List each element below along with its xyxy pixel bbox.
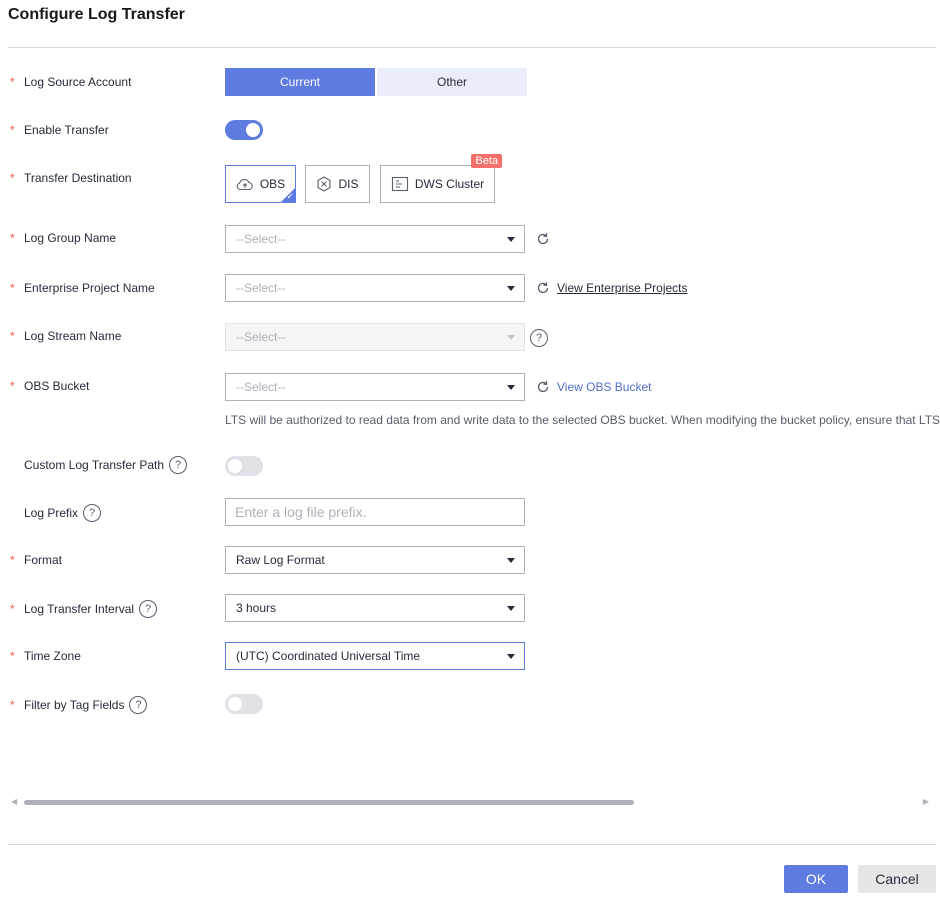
filter-tag-fields-label: * Filter by Tag Fields ? [10, 696, 148, 714]
ok-button[interactable]: OK [784, 865, 848, 893]
dialog-title: Configure Log Transfer [8, 6, 185, 23]
required-asterisk: * [10, 171, 15, 185]
label-text: Log Prefix [24, 506, 79, 520]
database-icon [391, 176, 409, 192]
destination-obs-card[interactable]: OBS ✓ [225, 165, 296, 203]
label-text: Enable Transfer [24, 123, 109, 137]
switch-knob [228, 697, 242, 711]
custom-path-label: Custom Log Transfer Path ? [10, 456, 188, 474]
select-placeholder: --Select-- [236, 330, 286, 344]
enable-transfer-switch[interactable] [225, 120, 263, 140]
obs-bucket-label: * OBS Bucket [10, 379, 89, 393]
destination-dws-card[interactable]: DWS Cluster Beta [380, 154, 502, 203]
required-asterisk: * [10, 75, 15, 89]
dropdown-arrow-icon [507, 285, 515, 291]
required-asterisk: * [10, 649, 15, 663]
dropdown-arrow-icon [507, 236, 515, 242]
dropdown-arrow-icon [507, 605, 515, 611]
refresh-icon[interactable] [536, 281, 550, 295]
beta-badge: Beta [471, 154, 502, 168]
time-zone-label: * Time Zone [10, 649, 81, 663]
required-asterisk: * [10, 329, 15, 343]
log-transfer-interval-label: * Log Transfer Interval ? [10, 600, 158, 618]
log-group-select[interactable]: --Select-- [225, 225, 525, 253]
required-asterisk: * [10, 602, 15, 616]
label-text: OBS Bucket [24, 379, 90, 393]
enterprise-project-select[interactable]: --Select-- [225, 274, 525, 302]
switch-knob [228, 459, 242, 473]
obs-bucket-select[interactable]: --Select-- [225, 373, 525, 401]
label-text: Log Group Name [24, 231, 117, 245]
required-asterisk: * [10, 698, 15, 712]
log-prefix-label: Log Prefix ? [10, 504, 102, 522]
filter-tag-fields-switch[interactable] [225, 694, 263, 714]
source-current-button[interactable]: Current [225, 68, 375, 96]
label-text: Enterprise Project Name [24, 281, 155, 295]
help-icon[interactable]: ? [129, 696, 148, 714]
card-label: DWS Cluster [414, 177, 485, 191]
custom-path-switch[interactable] [225, 456, 263, 476]
switch-knob [246, 123, 260, 137]
label-text: Custom Log Transfer Path [24, 458, 165, 472]
format-select[interactable]: Raw Log Format [225, 546, 525, 574]
scroll-left-icon[interactable]: ◀ [11, 797, 17, 806]
label-text: Log Stream Name [24, 329, 122, 343]
transfer-destination-label: * Transfer Destination [10, 171, 132, 185]
log-group-name-label: * Log Group Name [10, 231, 116, 245]
help-icon[interactable]: ? [530, 329, 548, 347]
required-asterisk: * [10, 231, 15, 245]
select-value: (UTC) Coordinated Universal Time [236, 649, 421, 663]
dropdown-arrow-icon [507, 557, 515, 563]
cancel-button[interactable]: Cancel [858, 865, 936, 893]
cloud-upload-icon [236, 177, 254, 191]
log-prefix-input[interactable]: Enter a log file prefix. [225, 498, 525, 526]
help-icon[interactable]: ? [83, 504, 102, 522]
required-asterisk: * [10, 553, 15, 567]
view-obs-bucket-link[interactable]: View OBS Bucket [557, 380, 652, 394]
check-icon: ✓ [286, 191, 294, 201]
log-source-account-toggle: Current Other [225, 68, 527, 96]
refresh-icon[interactable] [536, 380, 550, 394]
log-transfer-interval-select[interactable]: 3 hours [225, 594, 525, 622]
label-text: Log Source Account [24, 75, 132, 89]
help-icon[interactable]: ? [169, 456, 188, 474]
dropdown-arrow-icon [507, 384, 515, 390]
view-enterprise-projects-link[interactable]: View Enterprise Projects [557, 281, 688, 295]
dropdown-arrow-icon [507, 334, 515, 340]
help-icon[interactable]: ? [139, 600, 158, 618]
select-value: Raw Log Format [236, 553, 325, 567]
select-placeholder: --Select-- [236, 232, 286, 246]
source-other-button[interactable]: Other [377, 68, 527, 96]
refresh-icon[interactable] [536, 232, 550, 246]
log-stream-name-label: * Log Stream Name [10, 329, 121, 343]
hexagon-icon [316, 176, 332, 192]
label-text: Format [24, 553, 63, 567]
enterprise-project-label: * Enterprise Project Name [10, 281, 155, 295]
scrollbar-thumb[interactable] [24, 800, 634, 805]
required-asterisk: * [10, 379, 15, 393]
log-source-account-label: * Log Source Account [10, 75, 131, 89]
obs-authorization-note: LTS will be authorized to read data from… [225, 413, 940, 427]
time-zone-select[interactable]: (UTC) Coordinated Universal Time [225, 642, 525, 670]
label-text: Transfer Destination [24, 171, 132, 185]
format-label: * Format [10, 553, 62, 567]
label-text: Time Zone [24, 649, 81, 663]
enable-transfer-label: * Enable Transfer [10, 123, 109, 137]
required-asterisk: * [10, 123, 15, 137]
select-value: 3 hours [236, 601, 277, 615]
select-placeholder: --Select-- [236, 281, 286, 295]
header-divider [8, 47, 936, 48]
card-label: DIS [338, 177, 359, 191]
select-placeholder: --Select-- [236, 380, 286, 394]
log-stream-select[interactable]: --Select-- [225, 323, 525, 351]
horizontal-scrollbar[interactable]: ◀ ▶ [8, 797, 932, 807]
label-text: Filter by Tag Fields [24, 698, 125, 712]
dropdown-arrow-icon [507, 653, 515, 659]
scroll-right-icon[interactable]: ▶ [923, 797, 929, 806]
destination-dis-card[interactable]: DIS [305, 165, 370, 203]
required-asterisk: * [10, 281, 15, 295]
footer-divider [8, 844, 936, 845]
label-text: Log Transfer Interval [24, 602, 135, 616]
